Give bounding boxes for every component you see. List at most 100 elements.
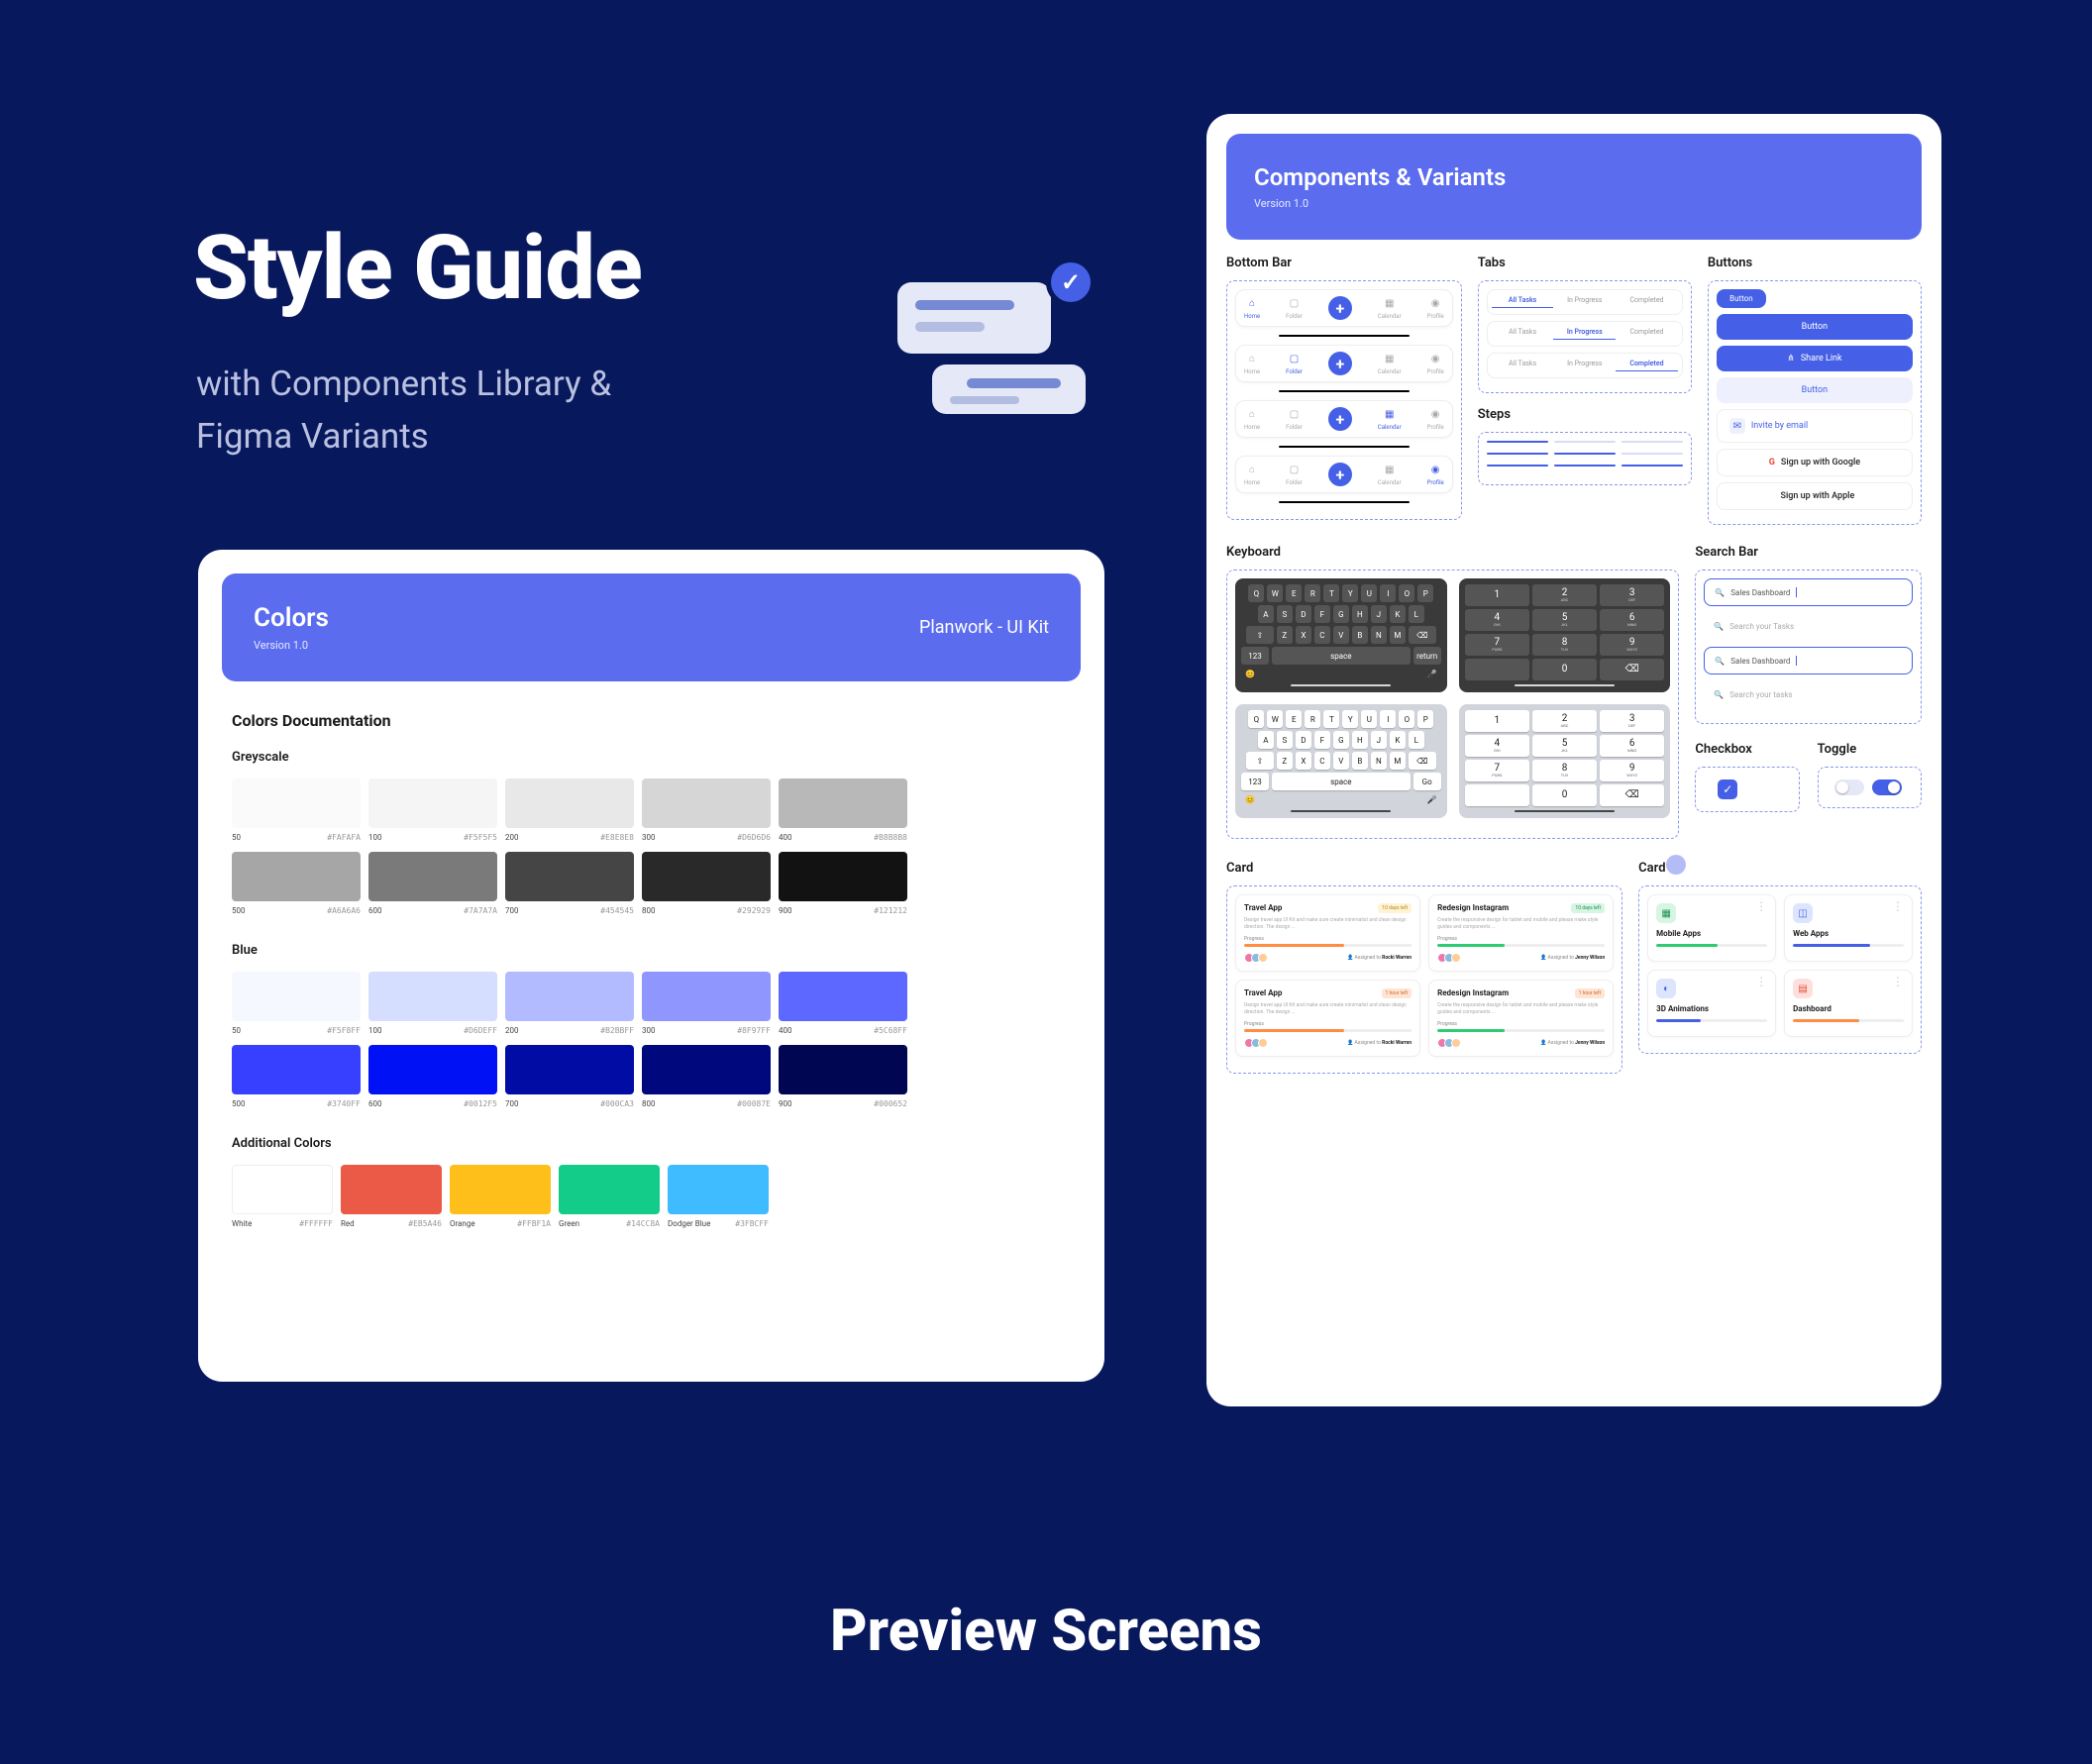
more-icon[interactable]: ⋮	[1892, 979, 1904, 985]
keyboard-light[interactable]: QWERTYUIOP ASDFGHJKL ⇧ZXCVBNM⌫ 123spaceG…	[1235, 704, 1447, 818]
button-share[interactable]: ⋔Share Link	[1717, 346, 1913, 371]
tab[interactable]: In Progress	[1553, 296, 1616, 308]
additional-colors-row: White#FFFFFFRed#EB5A46Orange#FFBF1AGreen…	[232, 1165, 1081, 1228]
color-swatch: 300#8F97FF	[642, 972, 771, 1035]
bottom-bar: ⌂Home ▢Folder + ▦Calendar ◉Profile	[1235, 400, 1453, 438]
app-icon: ▤	[1793, 979, 1813, 998]
task-card[interactable]: Travel App10 days left Design travel app…	[1235, 894, 1420, 972]
tab[interactable]: In Progress	[1553, 360, 1616, 371]
keyboard-dark[interactable]: QWERTYUIOP ASDFGHJKL ⇧ZXCVBNM⌫ 123spacer…	[1235, 578, 1447, 692]
search-value: Sales Dashboard	[1730, 657, 1790, 666]
search-placeholder: Search your tasks	[1729, 690, 1792, 699]
nav-item[interactable]: ▢Folder	[1286, 464, 1303, 486]
checkbox-variant: ✓	[1695, 767, 1799, 812]
button-apple-signup[interactable]: Sign up with Apple	[1717, 482, 1913, 510]
tab[interactable]: All Tasks	[1492, 360, 1554, 371]
nav-item[interactable]: ▦Calendar	[1378, 408, 1402, 431]
components-title: Components & Variants	[1254, 163, 1506, 191]
add-button[interactable]: +	[1328, 296, 1352, 320]
search-input-empty[interactable]: 🔍Search your tasks	[1704, 682, 1913, 707]
nav-item[interactable]: ⌂Home	[1244, 297, 1260, 320]
nav-item[interactable]: ⌂Home	[1244, 464, 1260, 486]
nav-item[interactable]: ▢Folder	[1286, 297, 1303, 320]
button-primary-small[interactable]: Button	[1717, 289, 1766, 308]
color-swatch: White#FFFFFF	[232, 1165, 333, 1228]
button-label: Invite by email	[1751, 421, 1808, 431]
nav-item[interactable]: ▦Calendar	[1378, 353, 1402, 375]
color-swatch: 50#F5F8FF	[232, 972, 361, 1035]
nav-item[interactable]: ▦Calendar	[1378, 297, 1402, 320]
app-card[interactable]: ▤⋮ Dashboard	[1784, 970, 1913, 1037]
nav-item[interactable]: ◉Profile	[1427, 408, 1444, 431]
tab-strip: All TasksIn ProgressCompleted	[1487, 321, 1683, 347]
search-variants: 🔍Sales Dashboard 🔍Search your Tasks 🔍Sal…	[1695, 570, 1922, 724]
more-icon[interactable]: ⋮	[1755, 979, 1767, 985]
card-title-2: Card	[1638, 861, 1922, 876]
button-google-signup[interactable]: GSign up with Google	[1717, 449, 1913, 476]
tab[interactable]: Completed	[1616, 296, 1678, 308]
steps-variants	[1478, 432, 1692, 485]
tab[interactable]: In Progress	[1553, 328, 1616, 340]
toggle-title: Toggle	[1818, 742, 1922, 757]
search-icon: 🔍	[1715, 657, 1725, 666]
toggle-on[interactable]	[1872, 779, 1902, 795]
nav-item[interactable]: ⌂Home	[1244, 353, 1260, 375]
nav-item[interactable]: ▢Folder	[1286, 408, 1303, 431]
nav-item[interactable]: ▢Folder	[1286, 353, 1303, 375]
color-swatch: 800#292929	[642, 852, 771, 915]
checkbox-title: Checkbox	[1695, 742, 1799, 757]
task-card[interactable]: Redesign Instagram1 hour left Create the…	[1428, 980, 1614, 1057]
toggle-off[interactable]	[1834, 779, 1864, 795]
tab-strip: All TasksIn ProgressCompleted	[1487, 289, 1683, 315]
components-panel: Components & Variants Version 1.0 Bottom…	[1206, 114, 1941, 1406]
color-swatch: 500#A6A6A6	[232, 852, 361, 915]
accent-dot-icon	[1666, 855, 1686, 875]
tab[interactable]: All Tasks	[1492, 296, 1554, 308]
more-icon[interactable]: ⋮	[1892, 903, 1904, 909]
task-card[interactable]: Redesign Instagram10 days left Create th…	[1428, 894, 1614, 972]
greyscale-row-1: 50#FAFAFA100#F5F5F5200#E8E8E8300#D6D6D64…	[232, 778, 1081, 842]
app-card[interactable]: ▦⋮ Mobile Apps	[1647, 894, 1776, 962]
color-swatch: 200#E8E8E8	[505, 778, 634, 842]
tab[interactable]: Completed	[1616, 328, 1678, 340]
add-button[interactable]: +	[1328, 407, 1352, 431]
button-invite[interactable]: ✉Invite by email	[1717, 409, 1913, 443]
colors-doc-title: Colors Documentation	[232, 711, 1071, 730]
colors-title: Colors	[254, 603, 329, 633]
numpad-dark[interactable]: 12ABC3DEF4GHI5JKL6MNO7PQRS8TUV9WXYZ0⌫	[1459, 578, 1671, 692]
keyboard-title: Keyboard	[1226, 545, 1679, 560]
hero-title: Style Guide	[193, 216, 642, 320]
button-ghost[interactable]: Button	[1717, 377, 1913, 403]
button-primary[interactable]: Button	[1717, 314, 1913, 340]
search-input-filled[interactable]: 🔍Sales Dashboard	[1704, 578, 1913, 606]
blue-label: Blue	[232, 943, 1071, 958]
search-icon: 🔍	[1714, 622, 1724, 631]
card-variants: Travel App10 days left Design travel app…	[1226, 885, 1622, 1074]
app-card[interactable]: ◐⋮ 3D Animations	[1647, 970, 1776, 1037]
search-input-filled[interactable]: 🔍 Sales Dashboard	[1704, 647, 1913, 674]
checkbox-checked[interactable]: ✓	[1718, 779, 1737, 799]
numpad-light[interactable]: 12ABC3DEF4GHI5JKL6MNO7PQRS8TUV9WXYZ0⌫	[1459, 704, 1671, 818]
nav-item[interactable]: ◉Profile	[1427, 297, 1444, 320]
tab[interactable]: All Tasks	[1492, 328, 1554, 340]
color-swatch: 800#00087E	[642, 1045, 771, 1108]
blue-row-2: 500#3740FF600#0012F5700#000CA3800#00087E…	[232, 1045, 1081, 1108]
more-icon[interactable]: ⋮	[1755, 903, 1767, 909]
color-swatch: 500#3740FF	[232, 1045, 361, 1108]
color-swatch: Red#EB5A46	[341, 1165, 442, 1228]
search-input-empty[interactable]: 🔍Search your Tasks	[1704, 614, 1913, 639]
nav-item[interactable]: ⌂Home	[1244, 408, 1260, 431]
add-button[interactable]: +	[1328, 352, 1352, 375]
search-title: Search Bar	[1695, 545, 1922, 560]
app-card[interactable]: ◫⋮ Web Apps	[1784, 894, 1913, 962]
nav-item[interactable]: ◉Profile	[1427, 464, 1444, 486]
steps-title: Steps	[1478, 407, 1692, 422]
nav-item[interactable]: ▦Calendar	[1378, 464, 1402, 486]
task-card[interactable]: Travel App1 hour left Design travel app …	[1235, 980, 1420, 1057]
colors-version: Version 1.0	[254, 639, 329, 652]
color-swatch: 700#000CA3	[505, 1045, 634, 1108]
nav-item[interactable]: ◉Profile	[1427, 353, 1444, 375]
color-swatch: 100#F5F5F5	[368, 778, 497, 842]
add-button[interactable]: +	[1328, 463, 1352, 486]
tab[interactable]: Completed	[1616, 360, 1678, 371]
